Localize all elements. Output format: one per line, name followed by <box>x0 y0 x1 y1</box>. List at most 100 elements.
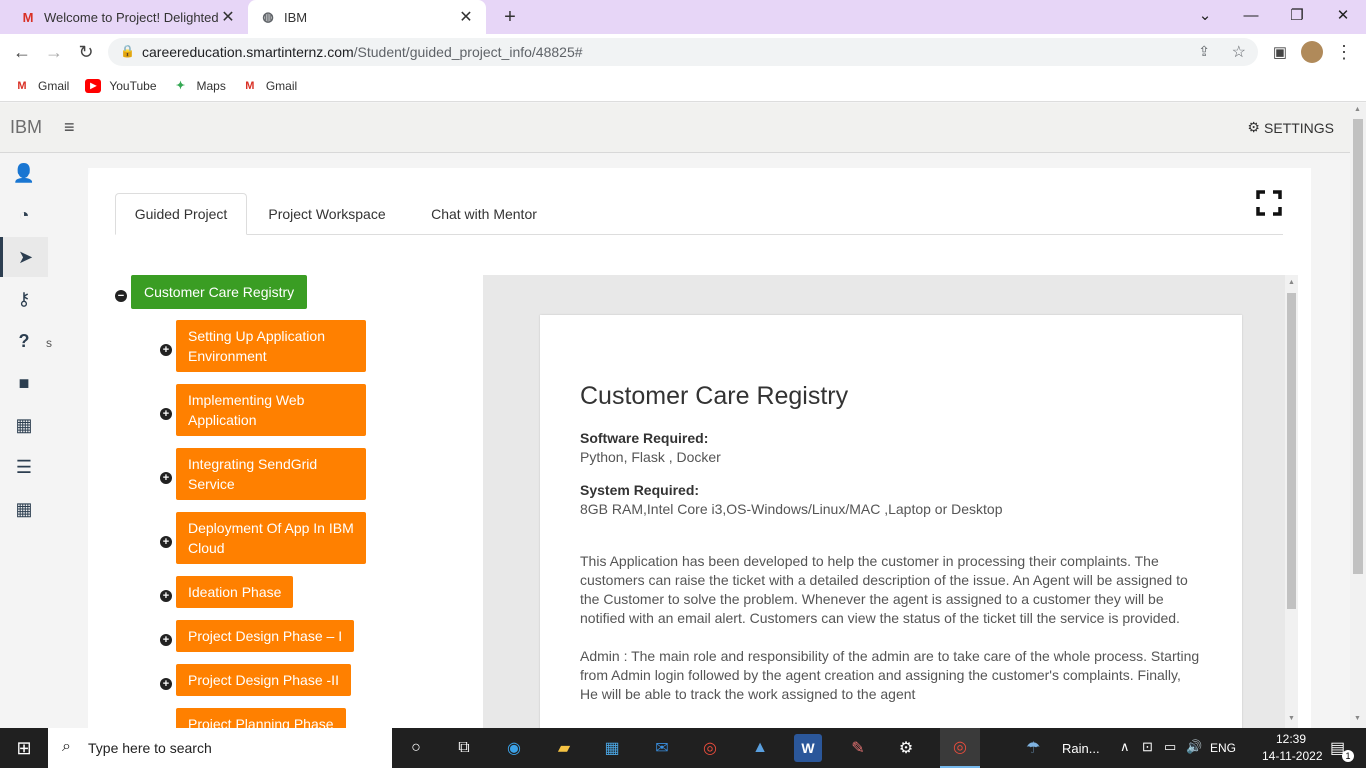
edge-icon[interactable]: ◉ <box>500 734 528 762</box>
expand-icon[interactable]: + <box>160 590 172 602</box>
bookmark-label: YouTube <box>109 78 157 93</box>
scroll-up-icon[interactable]: ▲ <box>1354 106 1361 113</box>
system-value: 8GB RAM,Intel Core i3,OS-Windows/Linux/M… <box>580 501 1003 517</box>
tab-project-workspace[interactable]: Project Workspace <box>247 193 407 235</box>
help-icon[interactable]: ? <box>0 321 48 361</box>
new-tab-button[interactable]: + <box>496 0 524 34</box>
taskbar-search[interactable]: ⌕ Type here to search <box>48 728 392 768</box>
browser-tab-ibm[interactable]: ◍ IBM ✕ <box>248 0 486 34</box>
minimize-button[interactable]: — <box>1228 0 1274 30</box>
dashboard-icon[interactable]: ◔ <box>0 195 48 235</box>
word-icon[interactable]: W <box>794 734 822 762</box>
cortana-icon[interactable]: ○ <box>402 734 430 762</box>
task-view-icon[interactable]: ⧉ <box>450 734 478 762</box>
description-paragraph: This Application has been developed to h… <box>580 553 1188 626</box>
back-icon[interactable]: ← <box>8 38 36 66</box>
send-icon[interactable]: ➤ <box>0 237 48 277</box>
bookmark-maps[interactable]: ✦ Maps <box>173 79 226 93</box>
software-label: Software Required: <box>580 430 709 446</box>
youtube-icon: ▶ <box>85 78 102 93</box>
user-icon[interactable]: 👤 <box>0 153 48 193</box>
tree-node[interactable]: Deployment Of App In IBM Cloud <box>176 512 366 564</box>
list-icon[interactable]: ☰ <box>0 447 48 487</box>
clock-time[interactable]: 12:39 <box>1276 732 1306 746</box>
bookmark-star-icon[interactable]: ☆ <box>1232 42 1246 62</box>
windows-start-icon[interactable]: ⊞ <box>10 734 38 762</box>
hamburger-icon[interactable]: ≡ <box>64 117 75 138</box>
tree-node[interactable]: Ideation Phase <box>176 576 294 608</box>
forward-icon[interactable]: → <box>40 38 68 66</box>
search-placeholder: Type here to search <box>88 740 212 756</box>
scroll-down-icon[interactable]: ▼ <box>1288 715 1295 722</box>
restore-button[interactable]: ❐ <box>1274 0 1320 30</box>
tab-title: Welcome to Project! Delighted tc <box>44 9 220 25</box>
tree-node[interactable]: Setting Up Application Environment <box>176 320 366 372</box>
file-explorer-icon[interactable]: ▰ <box>550 734 578 762</box>
tab-search-icon[interactable]: ⌄ <box>1182 0 1228 30</box>
expand-icon[interactable]: + <box>160 634 172 646</box>
expand-icon[interactable]: + <box>160 344 172 356</box>
system-label: System Required: <box>580 482 700 498</box>
tree-node[interactable]: Implementing Web Application <box>176 384 366 436</box>
calendar-icon[interactable]: ▦ <box>0 489 48 529</box>
scroll-down-icon[interactable]: ▼ <box>1354 715 1361 722</box>
tab-chat-with-mentor[interactable]: Chat with Mentor <box>407 193 561 235</box>
document-page: Customer Care Registry Software Required… <box>540 315 1242 728</box>
document-preview: Customer Care Registry Software Required… <box>483 275 1298 728</box>
collapse-icon[interactable]: − <box>115 290 127 302</box>
settings-gear-icon[interactable]: ⚙ <box>892 734 920 762</box>
share-icon[interactable]: ⇪ <box>1198 43 1210 60</box>
scroll-up-icon[interactable]: ▲ <box>1288 279 1295 286</box>
volume-icon[interactable]: 🔊 <box>1186 739 1202 755</box>
tree-node[interactable]: Project Design Phase -II <box>176 664 351 696</box>
tree-node[interactable]: Project Design Phase – I <box>176 620 355 652</box>
address-bar[interactable]: 🔒 careereducation.smartinternz.com/Stude… <box>108 38 1258 66</box>
tree-node[interactable]: Project Planning Phase <box>176 708 346 728</box>
clock-date[interactable]: 14-11-2022 <box>1262 749 1323 763</box>
bookmark-label: Gmail <box>38 78 70 93</box>
chevron-up-icon[interactable]: ∧ <box>1120 739 1130 755</box>
settings-button[interactable]: ⚙ SETTINGS <box>1247 119 1334 136</box>
tab-guided-project[interactable]: Guided Project <box>115 193 247 235</box>
video-icon[interactable]: ■ <box>0 363 48 403</box>
mail-icon[interactable]: ✉ <box>648 734 676 762</box>
tree-node[interactable]: Integrating SendGrid Service <box>176 448 366 500</box>
photos-icon[interactable]: ▲ <box>746 734 774 762</box>
more-menu-icon[interactable]: ⋮ <box>1330 38 1358 66</box>
calendar-icon[interactable]: ▦ <box>0 405 48 445</box>
language-indicator[interactable]: ENG <box>1210 741 1236 755</box>
close-tab-icon[interactable]: ✕ <box>458 7 474 27</box>
chrome-active-icon[interactable]: ◎ <box>940 728 980 768</box>
expand-icon[interactable]: + <box>160 536 172 548</box>
close-window-button[interactable]: ✕ <box>1320 0 1366 30</box>
fullscreen-icon[interactable] <box>1256 190 1282 216</box>
display-icon[interactable]: ▭ <box>1164 739 1176 755</box>
page-scrollbar-thumb[interactable] <box>1353 119 1363 574</box>
paint-icon[interactable]: ✎ <box>844 734 872 762</box>
close-tab-icon[interactable]: ✕ <box>220 7 236 27</box>
bookmark-youtube[interactable]: ▶ YouTube <box>85 78 157 93</box>
bookmark-gmail-2[interactable]: M Gmail <box>242 79 297 93</box>
scrollbar-thumb[interactable] <box>1287 293 1296 609</box>
page-scrollbar[interactable]: ▲ ▼ <box>1350 103 1366 728</box>
browser-tab-gmail[interactable]: M Welcome to Project! Delighted tc ✕ <box>8 0 248 34</box>
reload-icon[interactable]: ↻ <box>72 38 100 66</box>
tab-title: IBM <box>284 9 308 25</box>
key-icon[interactable]: ⚷ <box>0 279 48 319</box>
store-icon[interactable]: ▦ <box>598 734 626 762</box>
profile-avatar[interactable] <box>1298 38 1326 66</box>
network-icon[interactable]: ⊡ <box>1142 739 1153 755</box>
expand-icon[interactable]: + <box>160 408 172 420</box>
globe-icon: ◍ <box>262 9 274 24</box>
side-panel-icon[interactable]: ▣ <box>1266 38 1294 66</box>
preview-scrollbar[interactable]: ▲ ▼ <box>1285 275 1298 728</box>
expand-icon[interactable]: + <box>160 678 172 690</box>
brand-logo: IBM <box>10 117 43 137</box>
browser-toolbar: ← → ↻ 🔒 careereducation.smartinternz.com… <box>0 34 1366 70</box>
bookmark-gmail[interactable]: M Gmail <box>14 79 69 93</box>
bookmarks-bar: M Gmail ▶ YouTube ✦ Maps M Gmail <box>0 70 1366 102</box>
chrome-icon[interactable]: ◎ <box>696 734 724 762</box>
weather-text[interactable]: Rain... <box>1062 741 1100 756</box>
tree-root-node[interactable]: Customer Care Registry <box>131 275 308 309</box>
expand-icon[interactable]: + <box>160 472 172 484</box>
